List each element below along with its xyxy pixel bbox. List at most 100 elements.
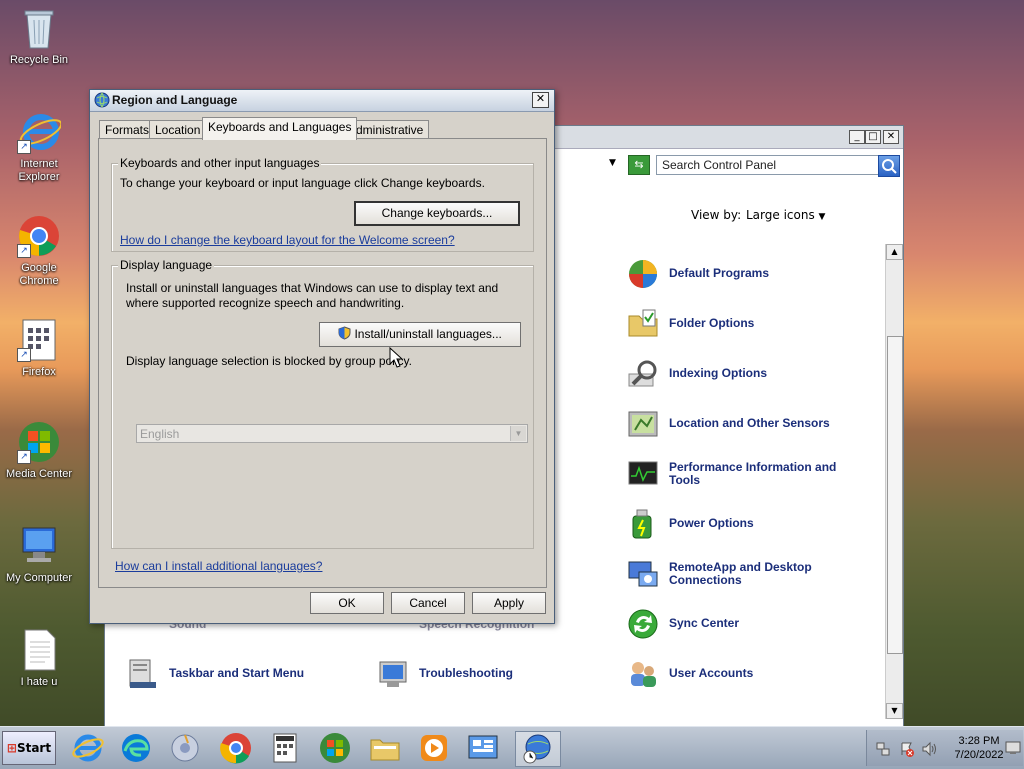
- display-language-group: Display language Install or uninstall la…: [111, 258, 534, 549]
- taskbar-internet-explorer-icon[interactable]: [70, 731, 104, 765]
- close-button[interactable]: ✕: [883, 130, 899, 144]
- cp-item-power-options[interactable]: Power Options: [669, 517, 754, 530]
- scroll-up-icon[interactable]: ▲: [886, 244, 903, 260]
- cp-item-user-accounts[interactable]: User Accounts: [669, 667, 753, 680]
- keyboards-group: Keyboards and other input languages To c…: [111, 156, 534, 252]
- action-center-icon[interactable]: [899, 741, 915, 760]
- install-uninstall-languages-button[interactable]: Install/uninstall languages...: [319, 322, 521, 347]
- clock-date: 7/20/2022: [954, 749, 1004, 761]
- power-options-icon: [627, 508, 659, 540]
- search-icon[interactable]: [878, 155, 900, 177]
- taskbar-start-menu-icon: [127, 658, 159, 690]
- performance-icon: [627, 458, 659, 490]
- scroll-thumb[interactable]: [887, 336, 903, 654]
- display-language-description: Install or uninstall languages that Wind…: [126, 281, 499, 310]
- desktop-icon-label: Recycle Bin: [9, 54, 69, 66]
- vertical-scrollbar[interactable]: ▲ ▼: [885, 244, 903, 719]
- system-tray: 3:28 PM 7/20/2022: [866, 730, 1023, 766]
- document-icon: ↗: [17, 318, 61, 362]
- desktop-icon-label: Media Center: [5, 468, 73, 480]
- cp-item-troubleshooting[interactable]: Troubleshooting: [419, 667, 513, 680]
- dialog-close-button[interactable]: ✕: [532, 92, 549, 108]
- install-additional-languages-link[interactable]: How can I install additional languages?: [115, 559, 322, 573]
- chrome-icon: ↗: [17, 214, 61, 258]
- tab-formats[interactable]: Formats: [99, 120, 156, 139]
- tab-location[interactable]: Location: [149, 120, 207, 139]
- cp-item-default-programs[interactable]: Default Programs: [669, 267, 769, 280]
- cp-item-sync-center[interactable]: Sync Center: [669, 617, 739, 630]
- dialog-title: Region and Language: [112, 93, 238, 107]
- desktop-icon-internet-explorer[interactable]: ↗ Internet Explorer: [2, 110, 76, 184]
- desktop-icon-label: Google Chrome: [19, 262, 59, 287]
- region-language-dialog[interactable]: Region and Language ✕ Formats Location K…: [89, 89, 555, 624]
- text-file-icon: [17, 628, 61, 672]
- taskbar-chrome-icon[interactable]: [219, 731, 253, 765]
- taskbar-region-language-icon[interactable]: [515, 731, 561, 767]
- maximize-button[interactable]: □: [865, 130, 881, 144]
- indexing-options-icon: [627, 358, 659, 390]
- scroll-down-icon[interactable]: ▼: [886, 703, 903, 719]
- cp-item-taskbar-start-menu[interactable]: Taskbar and Start Menu: [169, 667, 304, 680]
- desktop-icon-label: Internet Explorer: [18, 158, 60, 183]
- network-icon[interactable]: [875, 741, 891, 760]
- location-sensors-icon: [627, 408, 659, 440]
- ok-button[interactable]: OK: [310, 592, 384, 614]
- cancel-button[interactable]: Cancel: [391, 592, 465, 614]
- recycle-bin-icon: [17, 6, 61, 50]
- taskbar-media-icon[interactable]: [168, 731, 202, 765]
- taskbar-media-center-icon[interactable]: [318, 731, 352, 765]
- desktop-icon-media-center[interactable]: ↗ Media Center: [2, 420, 76, 481]
- shortcut-arrow-icon: ↗: [17, 348, 31, 362]
- show-desktop-icon[interactable]: [1005, 741, 1021, 758]
- windows-flag-icon: ⊞: [6, 741, 17, 755]
- start-button[interactable]: ⊞Start: [2, 731, 56, 765]
- internet-explorer-icon: ↗: [17, 110, 63, 154]
- cp-item-remoteapp[interactable]: RemoteApp and Desktop Connections: [669, 561, 859, 587]
- taskbar-edge-icon[interactable]: [119, 731, 153, 765]
- minimize-button[interactable]: _: [849, 130, 865, 144]
- uac-shield-icon: [338, 325, 351, 348]
- desktop-icon-recycle-bin[interactable]: Recycle Bin: [2, 6, 76, 67]
- computer-icon: [17, 524, 61, 568]
- default-programs-icon: [627, 258, 659, 290]
- cp-item-indexing-options[interactable]: Indexing Options: [669, 367, 767, 380]
- taskbar: ⊞Start 3:28 PM 7/20/2022: [0, 726, 1024, 769]
- cp-item-performance[interactable]: Performance Information and Tools: [669, 461, 859, 487]
- start-label: Start: [16, 741, 52, 755]
- view-by-value: Large icons: [746, 208, 815, 222]
- search-input[interactable]: Search Control Panel: [656, 155, 881, 175]
- cp-item-folder-options[interactable]: Folder Options: [669, 317, 754, 330]
- taskbar-document-icon[interactable]: [268, 731, 302, 765]
- install-uninstall-label: Install/uninstall languages...: [354, 327, 502, 341]
- apply-button[interactable]: Apply: [472, 592, 546, 614]
- troubleshooting-icon: [377, 658, 409, 690]
- chevron-down-icon: ▼: [818, 212, 826, 222]
- desktop-icon-label: Firefox: [22, 366, 56, 378]
- desktop-icon-google-chrome[interactable]: ↗ Google Chrome: [2, 214, 76, 288]
- taskbar-control-panel-icon[interactable]: [466, 731, 500, 765]
- refresh-icon[interactable]: ⇆: [628, 155, 650, 175]
- globe-icon: [94, 92, 110, 111]
- windows-logo-icon: ↗: [17, 420, 61, 464]
- chevron-down-icon[interactable]: ▼: [609, 158, 616, 168]
- desktop-icon-my-computer[interactable]: My Computer: [2, 524, 76, 585]
- display-language-group-label: Display language: [118, 258, 215, 272]
- volume-icon[interactable]: [921, 741, 937, 760]
- taskbar-explorer-icon[interactable]: [368, 731, 402, 765]
- user-accounts-icon: [627, 658, 659, 690]
- change-keyboards-button[interactable]: Change keyboards...: [354, 201, 520, 226]
- display-language-select[interactable]: English ▼: [136, 424, 528, 443]
- dialog-titlebar[interactable]: Region and Language ✕: [90, 90, 554, 112]
- tab-keyboards-languages[interactable]: Keyboards and Languages: [202, 117, 358, 140]
- taskbar-media-player-icon[interactable]: [417, 731, 451, 765]
- system-clock[interactable]: 3:28 PM 7/20/2022: [953, 734, 1005, 762]
- desktop-icon-firefox[interactable]: ↗ Firefox: [2, 318, 76, 379]
- view-by-dropdown[interactable]: Large icons ▼: [746, 208, 825, 222]
- desktop-icon-label: My Computer: [5, 572, 73, 584]
- keyboards-description: To change your keyboard or input languag…: [120, 176, 485, 190]
- desktop-icon-text-file[interactable]: I hate u: [2, 628, 76, 689]
- cp-item-location-sensors[interactable]: Location and Other Sensors: [669, 417, 830, 430]
- group-policy-blocked-text: Display language selection is blocked by…: [126, 354, 412, 368]
- shortcut-arrow-icon: ↗: [17, 140, 31, 154]
- welcome-screen-layout-link[interactable]: How do I change the keyboard layout for …: [120, 233, 455, 247]
